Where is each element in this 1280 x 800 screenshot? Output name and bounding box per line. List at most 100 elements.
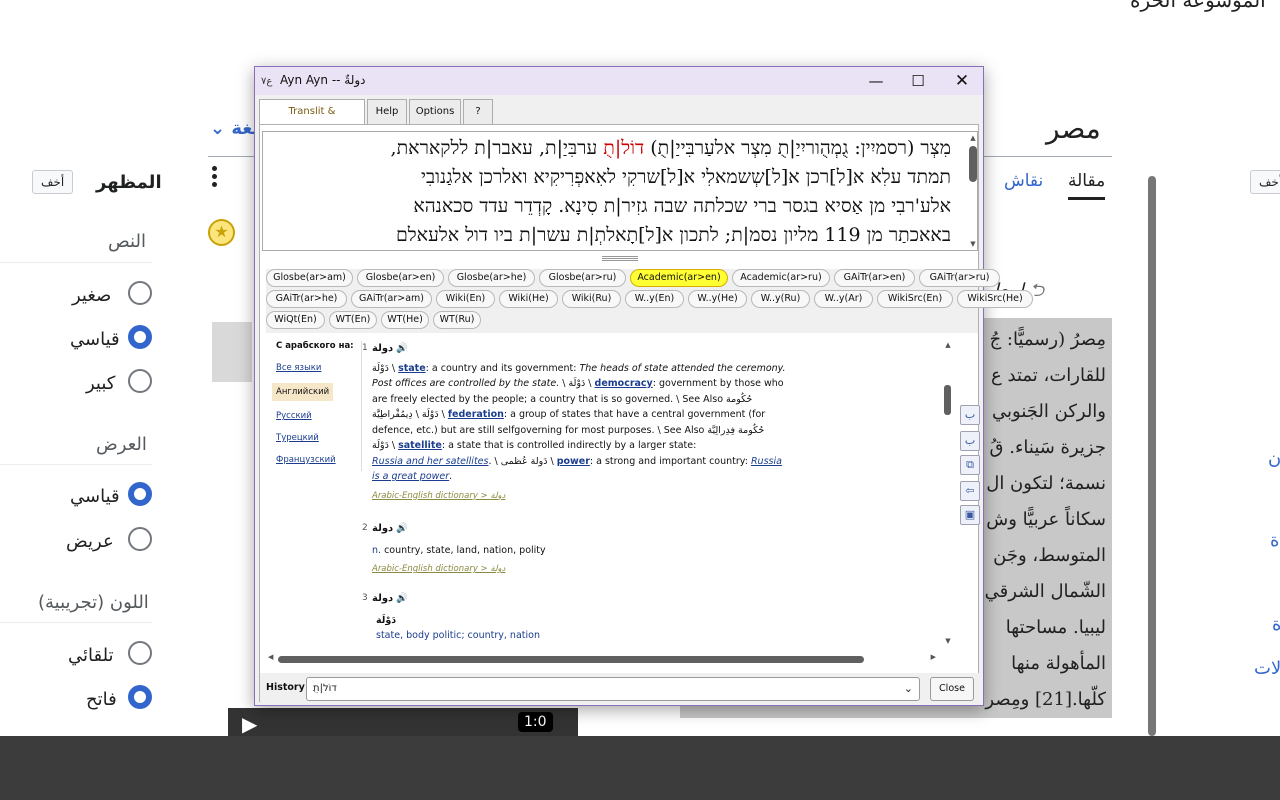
dictionary-chip[interactable]: Wiki(Ru) xyxy=(562,290,621,308)
toc-link[interactable]: ة xyxy=(1270,530,1279,551)
translate-icon[interactable]: ب xyxy=(960,431,980,451)
dictionary-chip[interactable]: Academic(ar>en) xyxy=(630,269,728,287)
width-standard-radio[interactable] xyxy=(128,482,152,506)
scroll-up-icon[interactable]: ▲ xyxy=(968,134,977,142)
text-option-standard: قياسي xyxy=(70,329,120,350)
back-arrow-icon[interactable]: ⇦ xyxy=(960,481,980,501)
dictionary-chip[interactable]: GAiTr(ar>en) xyxy=(834,269,915,287)
ayn-ayn-dialog: ع٧ Ayn Ayn -- دولةٌ — ☐ ✕ Translit & Tra… xyxy=(254,66,1033,706)
entry-source-link[interactable]: Arabic-English dictionary > دولة xyxy=(372,562,792,578)
dictionary-chip[interactable]: WikiSrc(En) xyxy=(877,290,953,308)
text-option-large: كبير xyxy=(86,373,116,394)
link-democracy[interactable]: democracy xyxy=(595,378,653,389)
dictionary-chip[interactable]: Wiki(He) xyxy=(499,290,558,308)
audio-icon[interactable]: 🔊 xyxy=(396,343,408,354)
dictionary-chip[interactable]: W..y(En) xyxy=(625,290,684,308)
dictionary-chip[interactable]: W..y(He) xyxy=(688,290,747,308)
title-bar[interactable]: ع٧ Ayn Ayn -- دولةٌ — ☐ ✕ xyxy=(255,67,983,95)
dictionary-chip[interactable]: GAiTr(ar>ru) xyxy=(919,269,1000,287)
toc-link[interactable]: لات xyxy=(1254,658,1280,679)
language-english[interactable]: Английский xyxy=(272,383,334,401)
entry-source-link[interactable]: Arabic-English dictionary > دولة xyxy=(372,489,792,505)
text-standard-radio[interactable] xyxy=(128,325,152,349)
scroll-down-icon[interactable]: ▼ xyxy=(942,637,954,645)
copy-icon[interactable]: ⧉ xyxy=(960,455,980,475)
chevron-down-icon[interactable]: ⌄ xyxy=(904,678,913,700)
scroll-thumb[interactable] xyxy=(969,146,977,182)
scroll-left-icon[interactable]: ◀ xyxy=(268,653,273,661)
dictionary-chip[interactable]: GAiTr(ar>am) xyxy=(351,290,432,308)
dictionary-chip[interactable]: GAiTr(ar>he) xyxy=(266,290,347,308)
divider xyxy=(0,464,152,465)
dictionary-chip[interactable]: WikiSrc(He) xyxy=(957,290,1033,308)
more-menu-icon[interactable] xyxy=(212,163,220,195)
dictionary-chip[interactable]: WT(En) xyxy=(329,311,377,329)
color-auto-radio[interactable] xyxy=(128,641,152,665)
back-translate-icon[interactable]: ب xyxy=(960,405,980,425)
page-scrollbar[interactable] xyxy=(1148,176,1156,736)
dictionary-chip[interactable]: WT(Ru) xyxy=(433,311,481,329)
toc-link[interactable]: ن xyxy=(1268,448,1280,469)
tab-talk[interactable]: نقاش xyxy=(1004,171,1043,191)
entry-headword: دولة xyxy=(372,343,394,354)
scroll-up-icon[interactable]: ▲ xyxy=(942,341,954,349)
dictionary-chip[interactable]: Glosbe(ar>ru) xyxy=(539,269,626,287)
language-russian[interactable]: Русский xyxy=(276,409,361,431)
tab-help[interactable]: Help xyxy=(367,99,407,125)
scroll-thumb[interactable] xyxy=(944,385,951,415)
example-link[interactable]: Russia and her satellites xyxy=(372,456,488,467)
text-scrollbar[interactable]: ▲ ▼ xyxy=(968,134,977,248)
result-scrollbar[interactable]: ▲ ▼ xyxy=(942,341,954,645)
language-all[interactable]: Все языки xyxy=(276,361,361,383)
video-player[interactable]: ▶ 1:0 xyxy=(228,708,578,736)
tab-translit[interactable]: Translit & Translation xyxy=(259,99,365,141)
close-button[interactable]: Close xyxy=(930,677,974,701)
scroll-thumb[interactable] xyxy=(278,656,864,663)
link-state[interactable]: state xyxy=(398,363,426,374)
dictionary-chip[interactable]: WiQt(En) xyxy=(266,311,325,329)
link-federation[interactable]: federation xyxy=(448,409,504,420)
example-link[interactable]: is a great power xyxy=(372,471,449,482)
example-link[interactable]: Russia xyxy=(751,456,782,467)
scroll-down-icon[interactable]: ▼ xyxy=(968,240,977,248)
history-value: דוֹל|תֻ xyxy=(313,683,337,694)
scroll-right-icon[interactable]: ▶ xyxy=(931,653,936,661)
text-large-radio[interactable] xyxy=(128,369,152,393)
transliteration-text[interactable]: מִצְר (רסמיִין: גֻמְהֻוריִיַ|תֻ מִצְר אל… xyxy=(262,131,978,251)
text-small-radio[interactable] xyxy=(128,281,152,305)
color-light-radio[interactable] xyxy=(128,685,152,709)
hide-appearance-button[interactable]: أخف xyxy=(32,170,74,194)
play-icon[interactable]: ▶ xyxy=(242,712,257,736)
dictionary-chip[interactable]: Academic(ar>ru) xyxy=(732,269,830,287)
minimize-icon[interactable]: — xyxy=(855,67,897,95)
language-button[interactable]: ⌄ لغة xyxy=(210,118,259,139)
language-turkish[interactable]: Турецкий xyxy=(276,431,361,453)
history-select[interactable]: דוֹל|תֻ ⌄ xyxy=(306,677,920,701)
tab-article[interactable]: مقالة xyxy=(1068,171,1106,200)
width-wide-radio[interactable] xyxy=(128,527,152,551)
toc-link[interactable]: ة xyxy=(1272,614,1280,635)
dictionary-chip[interactable]: Glosbe(ar>am) xyxy=(266,269,353,287)
close-icon[interactable]: ✕ xyxy=(941,67,983,95)
dictionary-chip[interactable]: WT(He) xyxy=(381,311,429,329)
link-satellite[interactable]: satellite xyxy=(398,440,442,451)
audio-icon[interactable]: 🔊 xyxy=(396,523,408,534)
splitter-handle[interactable] xyxy=(602,255,638,261)
dictionary-chip[interactable]: W..y(Ar) xyxy=(814,290,873,308)
hide-tools-button[interactable]: أخف xyxy=(1250,170,1280,194)
entry-number: 3 xyxy=(362,593,368,603)
dictionary-chip[interactable]: Glosbe(ar>he) xyxy=(448,269,535,287)
clipboard-icon[interactable]: ▣ xyxy=(960,505,980,525)
dictionary-chip[interactable]: Wiki(En) xyxy=(436,290,495,308)
maximize-icon[interactable]: ☐ xyxy=(897,67,939,95)
audio-icon[interactable]: 🔊 xyxy=(396,593,408,604)
dictionary-chip[interactable]: W..y(Ru) xyxy=(751,290,810,308)
window-title: ع٧ Ayn Ayn -- دولةٌ xyxy=(261,73,366,87)
language-list: С арабского на: Все языки Английский Рус… xyxy=(266,341,362,471)
dictionary-chip[interactable]: Glosbe(ar>en) xyxy=(357,269,444,287)
tab-question[interactable]: ? xyxy=(463,99,493,125)
language-french[interactable]: Французский xyxy=(276,453,361,475)
horizontal-scrollbar[interactable]: ◀ ▶ xyxy=(268,653,936,665)
tab-options[interactable]: Options xyxy=(409,99,461,125)
link-power[interactable]: power xyxy=(557,456,590,467)
